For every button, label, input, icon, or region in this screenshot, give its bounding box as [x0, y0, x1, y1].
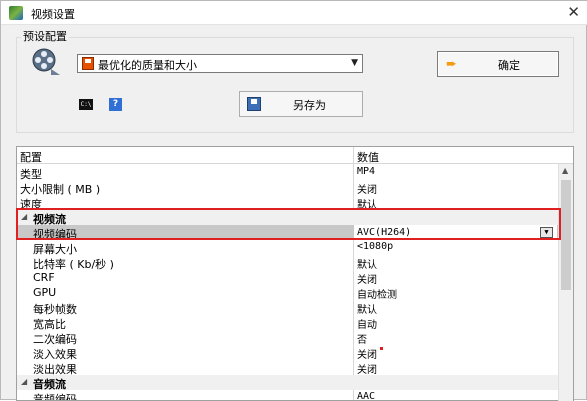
row-two-pass[interactable]: 二次编码 否	[17, 330, 558, 346]
help-icon[interactable]: ?	[109, 98, 122, 111]
row-value: 关闭	[357, 365, 377, 376]
settings-grid: 配置 数值 类型 MP4 大小限制 ( MB ) 关闭 速度 默认 ◢ 视频流 …	[16, 146, 574, 401]
title-bar: 视频设置 ✕	[1, 1, 587, 25]
row-value: 关闭	[357, 350, 377, 361]
category-audio-stream[interactable]: ◢ 音频流	[17, 375, 558, 391]
window-title: 视频设置	[31, 8, 75, 21]
row-gpu[interactable]: GPU 自动检测	[17, 285, 558, 301]
row-audio-codec[interactable]: 音频编码 AAC	[17, 390, 558, 400]
preset-selected-value: 最优化的质量和大小	[98, 59, 197, 72]
row-size-limit[interactable]: 大小限制 ( MB ) 关闭	[17, 180, 558, 196]
row-crf[interactable]: CRF 关闭	[17, 270, 558, 286]
row-type[interactable]: 类型 MP4	[17, 165, 558, 181]
chevron-down-icon[interactable]: ▼	[351, 58, 358, 68]
row-fps[interactable]: 每秒帧数 默认	[17, 300, 558, 316]
save-icon	[247, 97, 261, 111]
app-icon	[9, 6, 23, 20]
close-icon[interactable]: ✕	[567, 3, 580, 21]
save-as-button[interactable]: 另存为	[239, 91, 363, 117]
video-settings-window: 视频设置 ✕ 预设配置 最优化的质量和大小 ▼ ➨ 确定 C:\ ? 另存为 配…	[0, 0, 587, 401]
row-value: 关闭	[357, 185, 377, 196]
arrow-right-icon: ➨	[446, 57, 457, 72]
row-bitrate[interactable]: 比特率 ( Kb/秒 ) 默认	[17, 255, 558, 271]
ok-button[interactable]: ➨ 确定	[437, 51, 559, 77]
row-fade-in[interactable]: 淡入效果 关闭	[17, 345, 558, 361]
floppy-icon	[82, 57, 94, 70]
highlight-annotation	[16, 208, 561, 240]
row-name: CRF	[33, 271, 55, 284]
collapse-triangle-icon[interactable]: ◢	[21, 377, 27, 386]
row-value: <1080p	[357, 241, 394, 252]
film-reel-icon	[32, 48, 60, 75]
row-value: MP4	[357, 166, 376, 177]
scroll-thumb[interactable]	[561, 180, 571, 290]
row-screen-size[interactable]: 屏幕大小 <1080p	[17, 240, 558, 256]
row-value: 默认	[357, 305, 377, 316]
row-name: GPU	[33, 286, 57, 299]
row-aspect-ratio[interactable]: 宽高比 自动	[17, 315, 558, 331]
header-value: 数值	[357, 151, 379, 164]
row-value: 默认	[357, 260, 377, 271]
annotation-dot	[380, 347, 383, 350]
row-value: 否	[357, 335, 367, 346]
row-value: 自动检测	[357, 290, 397, 301]
grid-header: 配置 数值	[17, 147, 573, 164]
row-value: 自动	[357, 320, 377, 331]
preset-select[interactable]: 最优化的质量和大小 ▼	[77, 54, 363, 73]
vertical-scrollbar[interactable]: ▲	[558, 164, 573, 401]
preset-group-label: 预设配置	[21, 28, 69, 44]
ok-button-label: 确定	[498, 59, 520, 72]
row-fade-out[interactable]: 淡出效果 关闭	[17, 360, 558, 376]
save-as-label: 另存为	[293, 99, 326, 112]
cmd-icon[interactable]: C:\	[79, 99, 93, 110]
scroll-up-icon[interactable]: ▲	[562, 166, 568, 175]
row-value: 关闭	[357, 275, 377, 286]
header-name: 配置	[20, 151, 42, 164]
